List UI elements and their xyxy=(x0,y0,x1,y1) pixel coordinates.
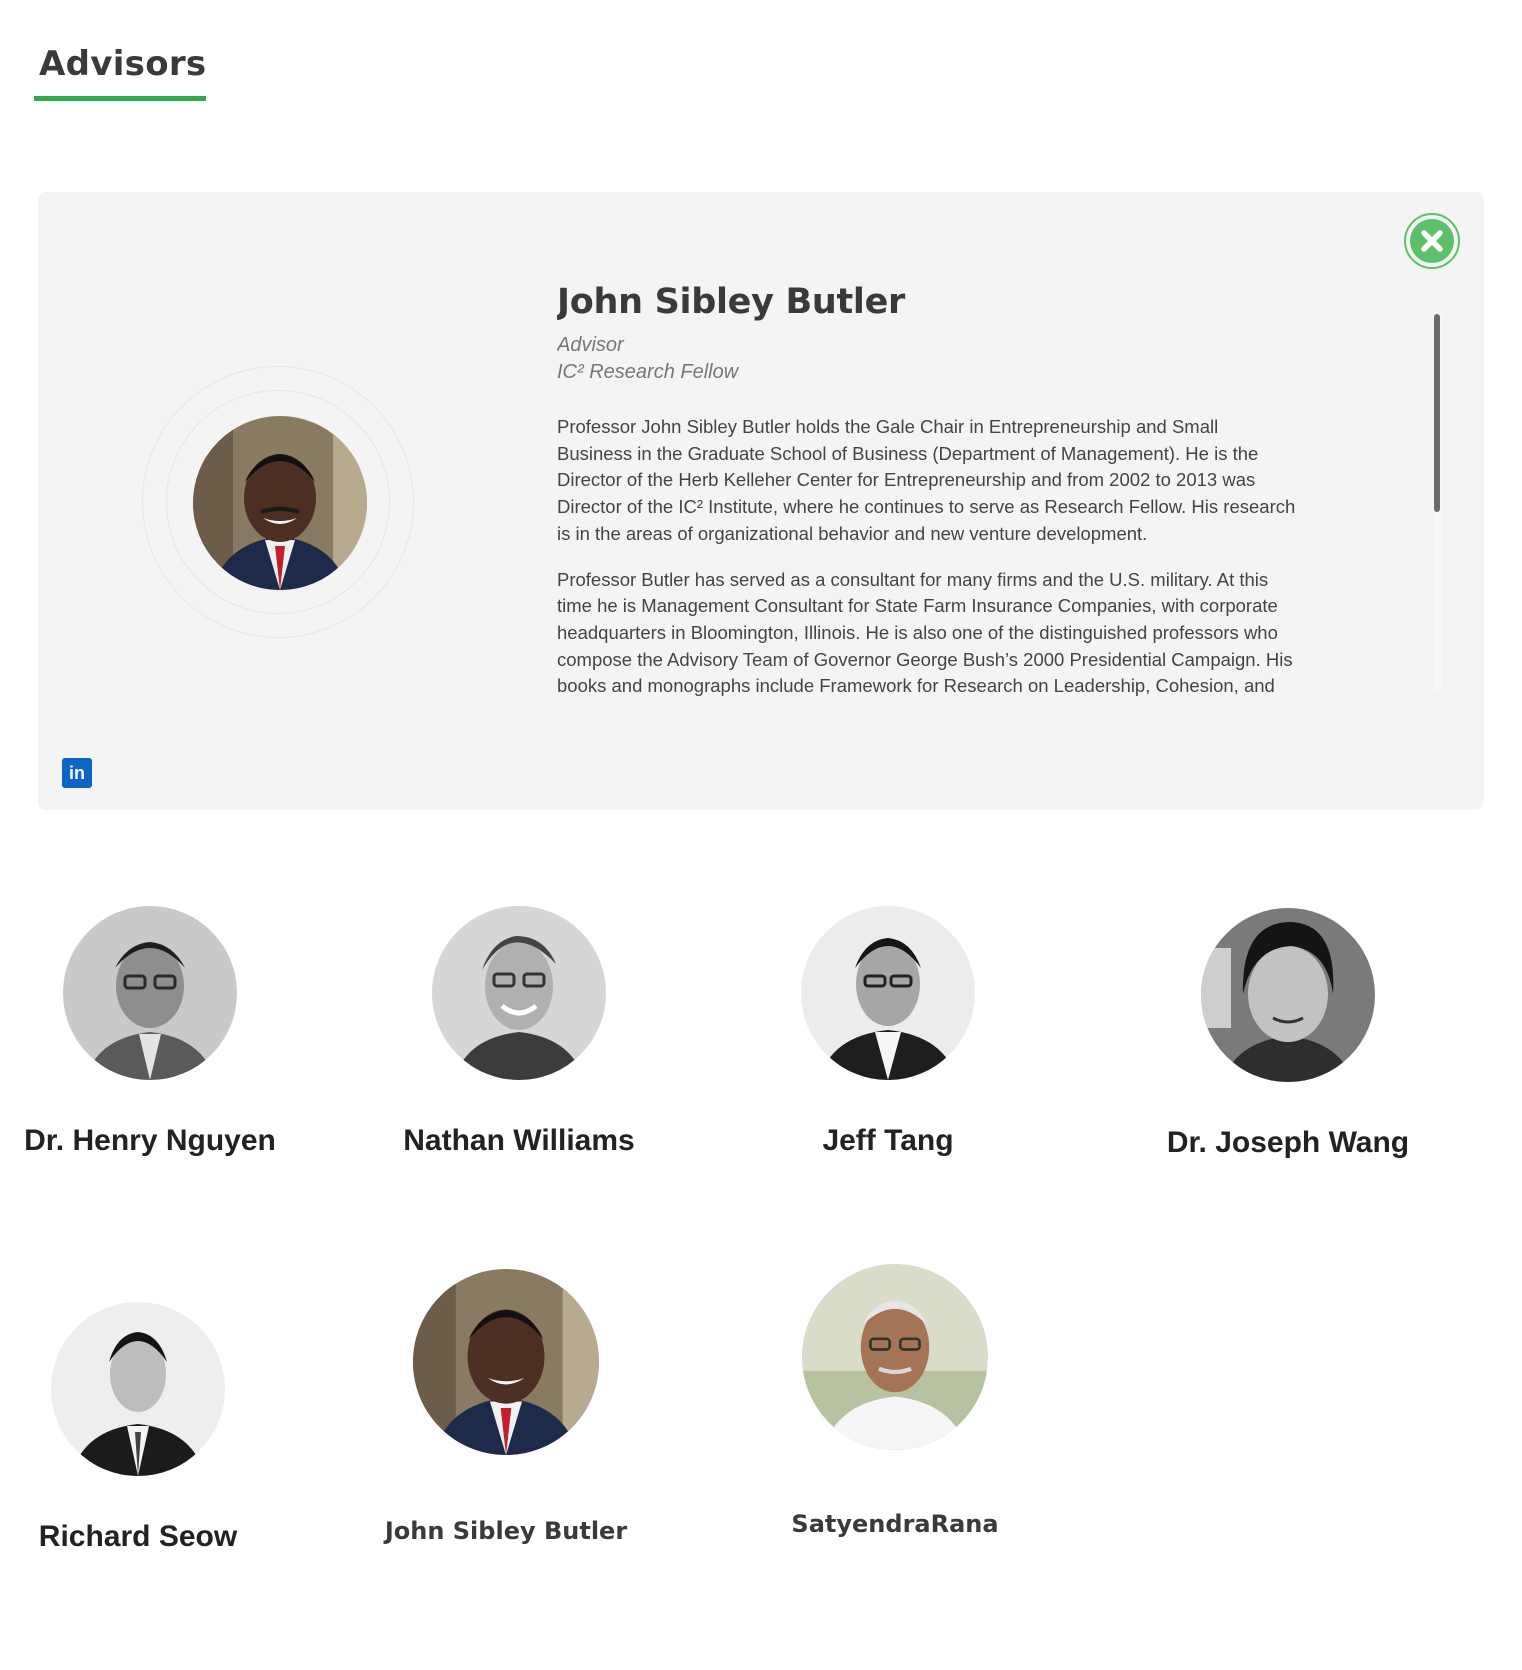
advisor-avatar[interactable] xyxy=(432,906,606,1080)
title-underline xyxy=(34,96,206,101)
advisor-name[interactable]: Dr. Joseph Wang xyxy=(1158,1126,1418,1160)
advisor-card[interactable]: SatyendraRana xyxy=(765,1264,1025,1538)
advisor-card[interactable]: Nathan Williams xyxy=(389,906,649,1158)
bio-paragraph: Professor John Sibley Butler holds the G… xyxy=(557,416,1296,544)
linkedin-icon[interactable]: in xyxy=(62,758,92,788)
close-icon xyxy=(1410,219,1454,263)
advisor-name[interactable]: SatyendraRana xyxy=(765,1510,1025,1538)
advisor-detail-panel: John Sibley Butler Advisor IC² Research … xyxy=(38,192,1484,810)
advisor-avatar[interactable] xyxy=(1201,908,1375,1082)
section-title: Advisors xyxy=(39,44,207,84)
detail-role: Advisor xyxy=(557,334,624,356)
advisor-name[interactable]: Dr. Henry Nguyen xyxy=(20,1124,280,1158)
advisor-name[interactable]: Nathan Williams xyxy=(389,1124,649,1158)
advisor-card[interactable]: Dr. Henry Nguyen xyxy=(20,906,280,1158)
detail-bio: Professor John Sibley Butler holds the G… xyxy=(557,414,1297,702)
detail-avatar xyxy=(193,416,367,590)
advisor-card[interactable]: Dr. Joseph Wang xyxy=(1158,908,1418,1160)
advisor-card[interactable]: Richard Seow xyxy=(8,1302,268,1554)
advisor-card[interactable]: John Sibley Butler xyxy=(376,1269,636,1545)
advisor-card[interactable]: Jeff Tang xyxy=(758,906,1018,1158)
advisor-avatar[interactable] xyxy=(51,1302,225,1476)
detail-name: John Sibley Butler xyxy=(557,282,906,322)
bio-paragraph: Professor Butler has served as a consult… xyxy=(557,568,1293,697)
advisor-avatar[interactable] xyxy=(413,1269,599,1455)
advisor-avatar[interactable] xyxy=(801,906,975,1080)
advisor-name[interactable]: Richard Seow xyxy=(8,1520,268,1554)
advisor-avatar[interactable] xyxy=(63,906,237,1080)
close-button[interactable] xyxy=(1404,213,1460,269)
advisor-avatar[interactable] xyxy=(802,1264,988,1450)
scrollbar-thumb[interactable] xyxy=(1434,314,1440,512)
advisor-name[interactable]: Jeff Tang xyxy=(758,1124,1018,1158)
detail-subrole: IC² Research Fellow xyxy=(557,361,739,383)
advisor-name[interactable]: John Sibley Butler xyxy=(376,1517,636,1545)
detail-content[interactable]: John Sibley Butler Advisor IC² Research … xyxy=(557,282,1297,702)
